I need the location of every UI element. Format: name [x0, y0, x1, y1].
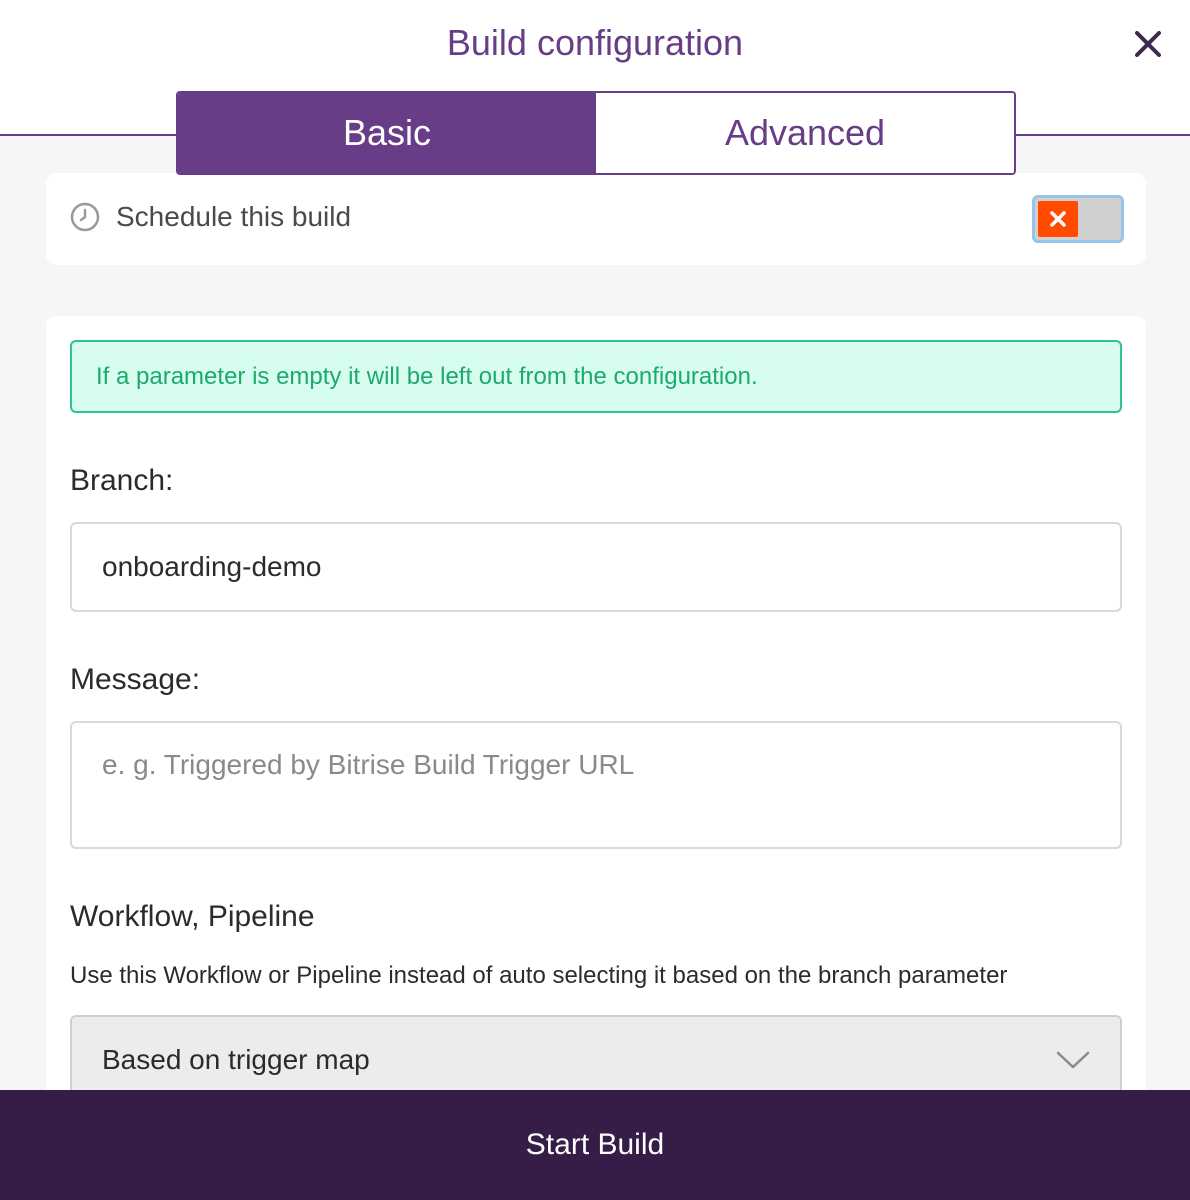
start-build-button[interactable]: Start Build [0, 1090, 1190, 1200]
tab-basic[interactable]: Basic [178, 93, 596, 173]
dialog-content: Schedule this build If a parameter is em… [0, 136, 1190, 1116]
close-icon [1135, 31, 1161, 57]
info-notice: If a parameter is empty it will be left … [70, 340, 1122, 413]
close-button[interactable] [1130, 26, 1166, 62]
dialog-title: Build configuration [446, 22, 744, 63]
branch-label: Branch: [70, 464, 174, 497]
clock-icon [70, 202, 100, 232]
schedule-card: Schedule this build [46, 173, 1146, 265]
toggle-knob [1038, 201, 1078, 237]
workflow-helper-text: Use this Workflow or Pipeline instead of… [70, 962, 1008, 989]
chevron-down-icon [1056, 1051, 1090, 1069]
branch-input[interactable] [70, 522, 1122, 612]
workflow-heading: Workflow, Pipeline [70, 900, 315, 933]
schedule-toggle[interactable] [1032, 195, 1124, 243]
schedule-label: Schedule this build [116, 201, 352, 232]
workflow-selected-value: Based on trigger map [102, 1044, 370, 1075]
x-icon [1050, 211, 1066, 227]
message-label: Message: [70, 663, 201, 696]
message-textarea[interactable] [70, 721, 1122, 849]
tab-advanced[interactable]: Advanced [596, 93, 1014, 173]
tab-bar: Basic Advanced [176, 91, 1016, 175]
form-card: If a parameter is empty it will be left … [46, 316, 1146, 1116]
